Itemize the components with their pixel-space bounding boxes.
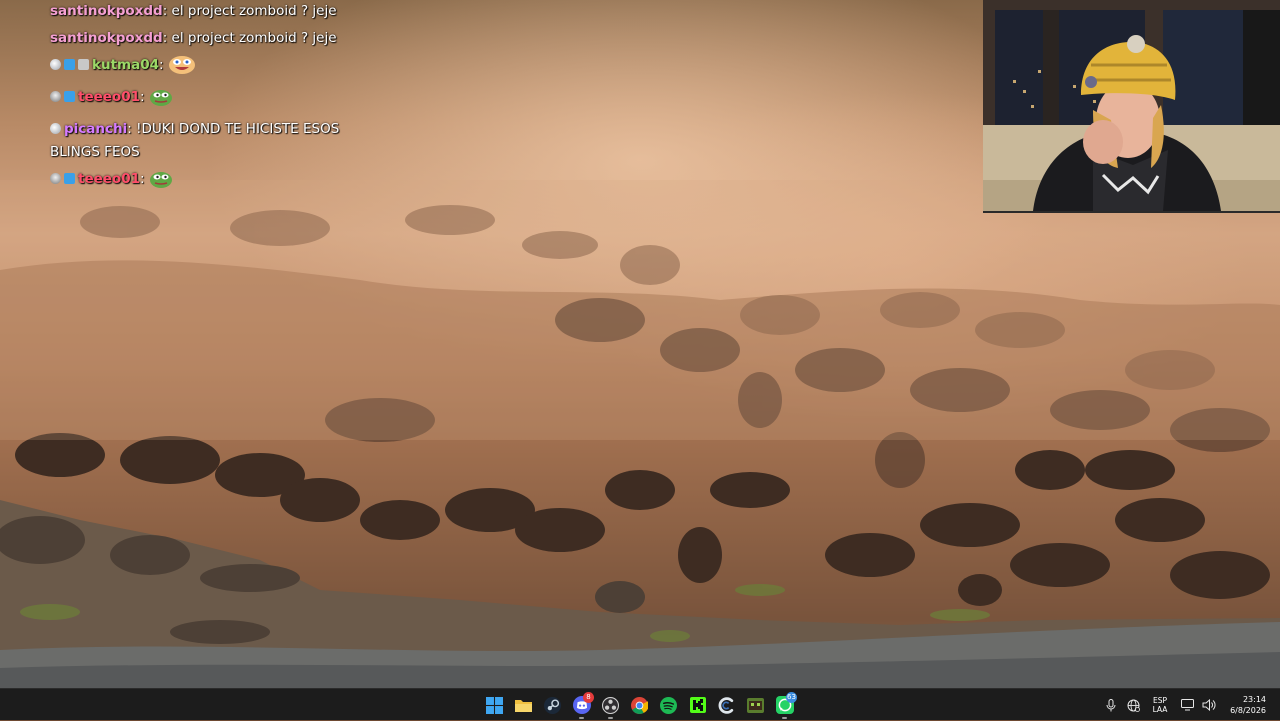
system-tray: ESP LAA 23:14 6/8/2026 — [1100, 689, 1280, 721]
volume-button[interactable] — [1198, 689, 1220, 721]
whatsapp-button[interactable]: 63 — [770, 689, 799, 721]
ccleaner-icon — [718, 696, 734, 714]
cube-badge-icon — [64, 59, 75, 70]
chat-message: santinokpoxdd: el project zomboid ? jeje — [50, 0, 350, 23]
clock-time: 23:14 — [1242, 695, 1266, 704]
chat-separator: : — [159, 57, 168, 73]
minecraft-button[interactable] — [741, 689, 770, 721]
glasses-badge-icon — [78, 59, 89, 70]
windows-icon — [486, 696, 503, 714]
chat-username[interactable]: santinokpoxdd — [50, 3, 163, 19]
monitor-icon — [1180, 699, 1194, 711]
chat-separator: : — [139, 89, 149, 105]
minecraft-icon — [747, 697, 764, 713]
webcam-overlay — [983, 0, 1280, 213]
kick-icon — [689, 697, 706, 713]
discord-notification-badge: 8 — [583, 692, 594, 703]
pepe-emote-icon — [149, 170, 173, 196]
chat-username[interactable]: teeeo01 — [78, 171, 140, 187]
chat-message: picanchi: !DUKI DOND TE HICISTE ESOS BLI… — [50, 118, 350, 164]
start-button[interactable] — [480, 689, 509, 721]
steam-button[interactable] — [538, 689, 567, 721]
taskbar-pinned-apps: 8 63 — [480, 689, 799, 721]
chat-username[interactable]: picanchi — [64, 121, 127, 137]
chat-message-text: el project zomboid ? jeje — [171, 3, 337, 19]
cube-badge-icon — [64, 91, 75, 102]
cube-badge-icon — [64, 173, 75, 184]
microphone-icon — [1106, 698, 1116, 711]
speaker-icon — [1202, 699, 1216, 711]
moon-badge-icon — [50, 123, 61, 134]
obs-button[interactable] — [596, 689, 625, 721]
steam-icon — [544, 696, 561, 714]
chat-separator: : — [139, 171, 149, 187]
network-status-button[interactable] — [1122, 689, 1144, 721]
keyboard-layout-code: LAA — [1152, 705, 1168, 714]
chat-message: teeeo01: — [50, 168, 350, 196]
spotify-icon — [660, 696, 677, 714]
language-code: ESP — [1152, 696, 1168, 705]
chat-username[interactable]: kutma04 — [92, 57, 159, 73]
chat-username[interactable]: santinokpoxdd — [50, 30, 163, 46]
display-button[interactable] — [1176, 689, 1198, 721]
streamer-webcam-image — [983, 0, 1280, 211]
chat-separator: : — [127, 121, 137, 137]
chat-separator: : — [162, 3, 172, 19]
chat-username[interactable]: teeeo01 — [78, 89, 140, 105]
skull-badge-icon — [50, 173, 61, 184]
chat-message: teeeo01: — [50, 86, 350, 114]
ccleaner-button[interactable] — [712, 689, 741, 721]
moon-badge-icon — [50, 59, 61, 70]
obs-icon — [602, 696, 619, 714]
globe-icon — [1127, 699, 1140, 712]
chat-separator: : — [162, 30, 172, 46]
clock-date: 6/8/2026 — [1230, 706, 1266, 715]
discord-button[interactable]: 8 — [567, 689, 596, 721]
clock-button[interactable]: 23:14 6/8/2026 — [1220, 694, 1280, 716]
chrome-icon — [631, 696, 648, 714]
microphone-button[interactable] — [1100, 689, 1122, 721]
laughing-emote-icon — [168, 54, 196, 82]
chat-message: santinokpoxdd: el project zomboid ? jeje — [50, 27, 350, 50]
chrome-button[interactable] — [625, 689, 654, 721]
whatsapp-notification-badge: 63 — [786, 692, 797, 703]
input-language-indicator[interactable]: ESP LAA — [1147, 696, 1173, 714]
pepe-emote-icon — [149, 88, 173, 114]
windows-taskbar: 8 63 ESP LAA 23:14 6/8/2026 — [0, 688, 1280, 720]
chat-message: kutma04: — [50, 54, 350, 82]
stream-chat-overlay: santinokpoxdd: el project zomboid ? jeje… — [50, 0, 350, 200]
skull-badge-icon — [50, 91, 61, 102]
spotify-button[interactable] — [654, 689, 683, 721]
chat-message-text: el project zomboid ? jeje — [171, 30, 337, 46]
folder-icon — [515, 699, 532, 712]
kick-button[interactable] — [683, 689, 712, 721]
file-explorer-button[interactable] — [509, 689, 538, 721]
